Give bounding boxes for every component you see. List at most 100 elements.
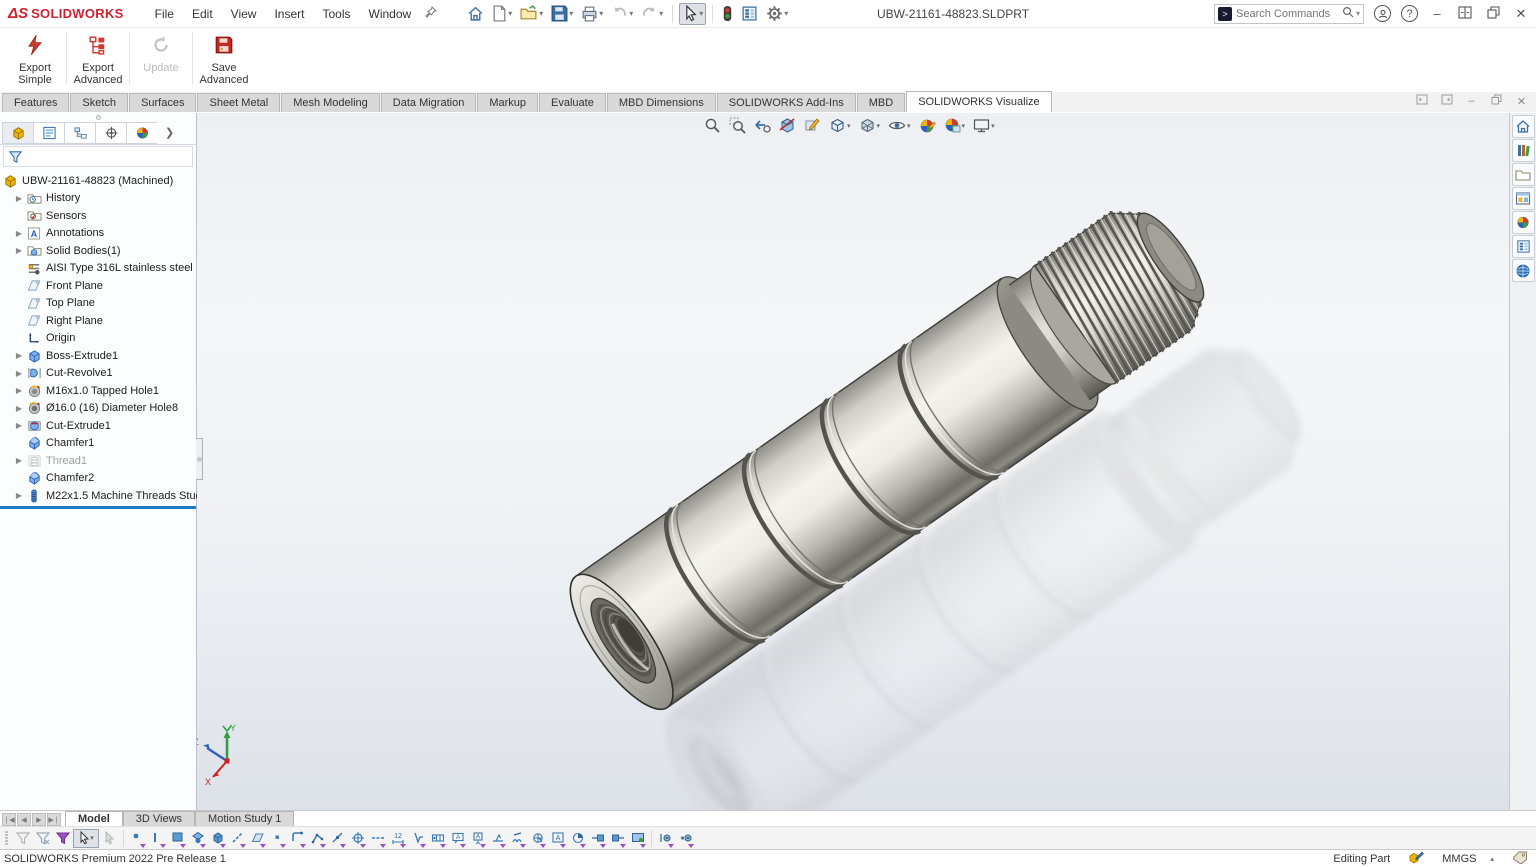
chevron-down-icon[interactable]: ▾ [1356,9,1360,18]
chevron-down-icon[interactable]: ▾ [699,9,703,18]
expand-arrow-icon[interactable]: ▶ [12,246,26,255]
filter-geometric-tolerances-icon[interactable] [428,829,447,848]
filter-sketch-segments-icon[interactable] [308,829,327,848]
expand-arrow-icon[interactable]: ▶ [12,491,26,500]
hide-show-items-icon[interactable]: ▾ [886,116,913,135]
expand-arrow-icon[interactable]: ▶ [12,351,26,360]
view-palette-icon[interactable] [1512,187,1535,210]
units-selector[interactable]: MMGS ▴ [1442,853,1494,865]
expand-arrow-icon[interactable]: ▶ [12,404,26,413]
filter-blocks-icon[interactable]: A [548,829,567,848]
help-icon[interactable]: ? [1401,5,1418,22]
filter-midpoints-icon[interactable] [328,829,347,848]
export-simple-button[interactable]: Export Simple [4,28,66,88]
propertymanager-icon[interactable] [33,122,64,144]
chevron-down-icon[interactable]: ▾ [539,9,543,18]
menu-insert[interactable]: Insert [265,3,313,25]
filter-faces-icon[interactable] [168,829,187,848]
search-commands-box[interactable]: > ▾ [1214,4,1364,24]
options-gear-icon[interactable]: ▾ [763,3,791,25]
tree-item-front-plane[interactable]: Front Plane [0,277,196,295]
home-icon[interactable] [464,3,487,25]
first-tab-icon[interactable]: ❘◀ [2,813,16,826]
section-view-icon[interactable] [777,116,798,135]
filter-connection-points-icon[interactable] [588,829,607,848]
open-icon[interactable]: ▾ [517,3,546,25]
toolbar-drag-grip[interactable] [2,829,10,847]
panel-splitter-handle[interactable] [196,438,203,480]
expand-arrow-icon[interactable]: ▶ [12,456,26,465]
menu-edit[interactable]: Edit [183,3,222,25]
chevron-down-icon[interactable]: ▾ [847,122,851,130]
minimize-icon[interactable]: – [1465,95,1478,107]
tree-rollback-bar[interactable] [0,506,196,509]
tab-mesh-modeling[interactable]: Mesh Modeling [281,93,380,112]
tree-item-diameter-hole[interactable]: ▶ Ø16.0 (16) Diameter Hole8 [0,400,196,418]
pane-right-icon[interactable] [1440,94,1453,108]
menu-view[interactable]: View [222,3,266,25]
print-icon[interactable]: ▾ [578,3,606,25]
file-explorer-icon[interactable] [1512,163,1535,186]
menu-window[interactable]: Window [360,3,421,25]
save-advanced-button[interactable]: Save Advanced [193,28,255,88]
viewport-3d[interactable]: X Y Z [197,113,1509,810]
chevron-down-icon[interactable]: ▾ [907,122,911,130]
panel-grip[interactable] [0,113,196,121]
tree-filter-row[interactable] [3,146,193,167]
tab-markup[interactable]: Markup [477,93,538,112]
filter-datums-icon[interactable]: A [468,829,487,848]
expand-arrow-icon[interactable]: ▶ [12,194,26,203]
properties-list-icon[interactable] [738,3,761,25]
tag-icon[interactable] [1512,851,1528,867]
tab-3d-views[interactable]: 3D Views [123,811,195,826]
tab-sheet-metal[interactable]: Sheet Metal [197,93,280,112]
tree-item-cut-extrude[interactable]: ▶ Cut-Extrude1 [0,417,196,435]
tab-solidworks-add-ins[interactable]: SOLIDWORKS Add-Ins [717,93,856,112]
restore-icon[interactable] [1484,6,1502,22]
prev-tab-icon[interactable]: ◀ [17,813,31,826]
tree-item-solid-bodies[interactable]: ▶ Solid Bodies(1) [0,242,196,260]
filter-weld-symbols-icon[interactable] [488,829,507,848]
chevron-down-icon[interactable]: ▾ [962,122,966,130]
filter-weld-beads-icon[interactable] [508,829,527,848]
filter-notes-balloons-icon[interactable]: A [448,829,467,848]
view-settings-icon[interactable]: ▾ [971,116,997,135]
restore-icon[interactable] [1490,94,1503,108]
tree-item-tapped-hole[interactable]: ▶ M16x1.0 Tapped Hole1 [0,382,196,400]
next-tab-icon[interactable]: ▶ [32,813,46,826]
view-orientation-icon[interactable]: ▾ [827,116,853,135]
displaymanager-icon[interactable] [126,122,157,144]
featuremanager-tree-icon[interactable] [2,122,33,144]
xpress-products-icon[interactable] [719,3,736,25]
resources-home-icon[interactable] [1512,115,1535,138]
filter-viewport-icon[interactable] [628,829,647,848]
tab-sketch[interactable]: Sketch [70,93,128,112]
expand-arrow-icon[interactable]: ▶ [12,386,26,395]
filter-sketch-points-icon[interactable] [268,829,287,848]
filter-dimensions-icon[interactable]: 12 [388,829,407,848]
tree-item-machine-threads-stud[interactable]: ▶ M22x1.5 Machine Threads Stud1 [0,487,196,505]
tab-evaluate[interactable]: Evaluate [539,93,606,112]
close-icon[interactable]: ✕ [1515,95,1528,108]
tree-item-top-plane[interactable]: Top Plane [0,295,196,313]
filter-sketches-icon[interactable] [288,829,307,848]
tree-item-boss-extrude[interactable]: ▶ Boss-Extrude1 [0,347,196,365]
filter-sphere-icon[interactable] [676,829,695,848]
expand-pane-icon[interactable]: ❯ [165,126,174,139]
user-account-icon[interactable] [1374,5,1391,22]
tree-item-history[interactable]: ▶ History [0,190,196,208]
tab-data-migration[interactable]: Data Migration [381,93,477,112]
tree-item-material[interactable]: AISI Type 316L stainless steel [0,260,196,278]
chevron-down-icon[interactable]: ▾ [569,9,573,18]
close-icon[interactable]: ✕ [1512,6,1530,22]
pin-menu-icon[interactable] [422,6,440,21]
zoom-to-area-icon[interactable] [727,116,748,135]
tab-mbd[interactable]: MBD [857,93,905,112]
dynamic-annotation-icon[interactable] [802,116,823,135]
tree-item-chamfer1[interactable]: Chamfer1 [0,435,196,453]
select-cursor-icon[interactable]: ▾ [679,3,706,25]
select-cursor-icon[interactable]: ▾ [73,829,99,848]
update-button[interactable]: Update [130,28,192,88]
filter-surface-bodies-icon[interactable] [188,829,207,848]
chevron-down-icon[interactable]: ▾ [991,122,995,130]
